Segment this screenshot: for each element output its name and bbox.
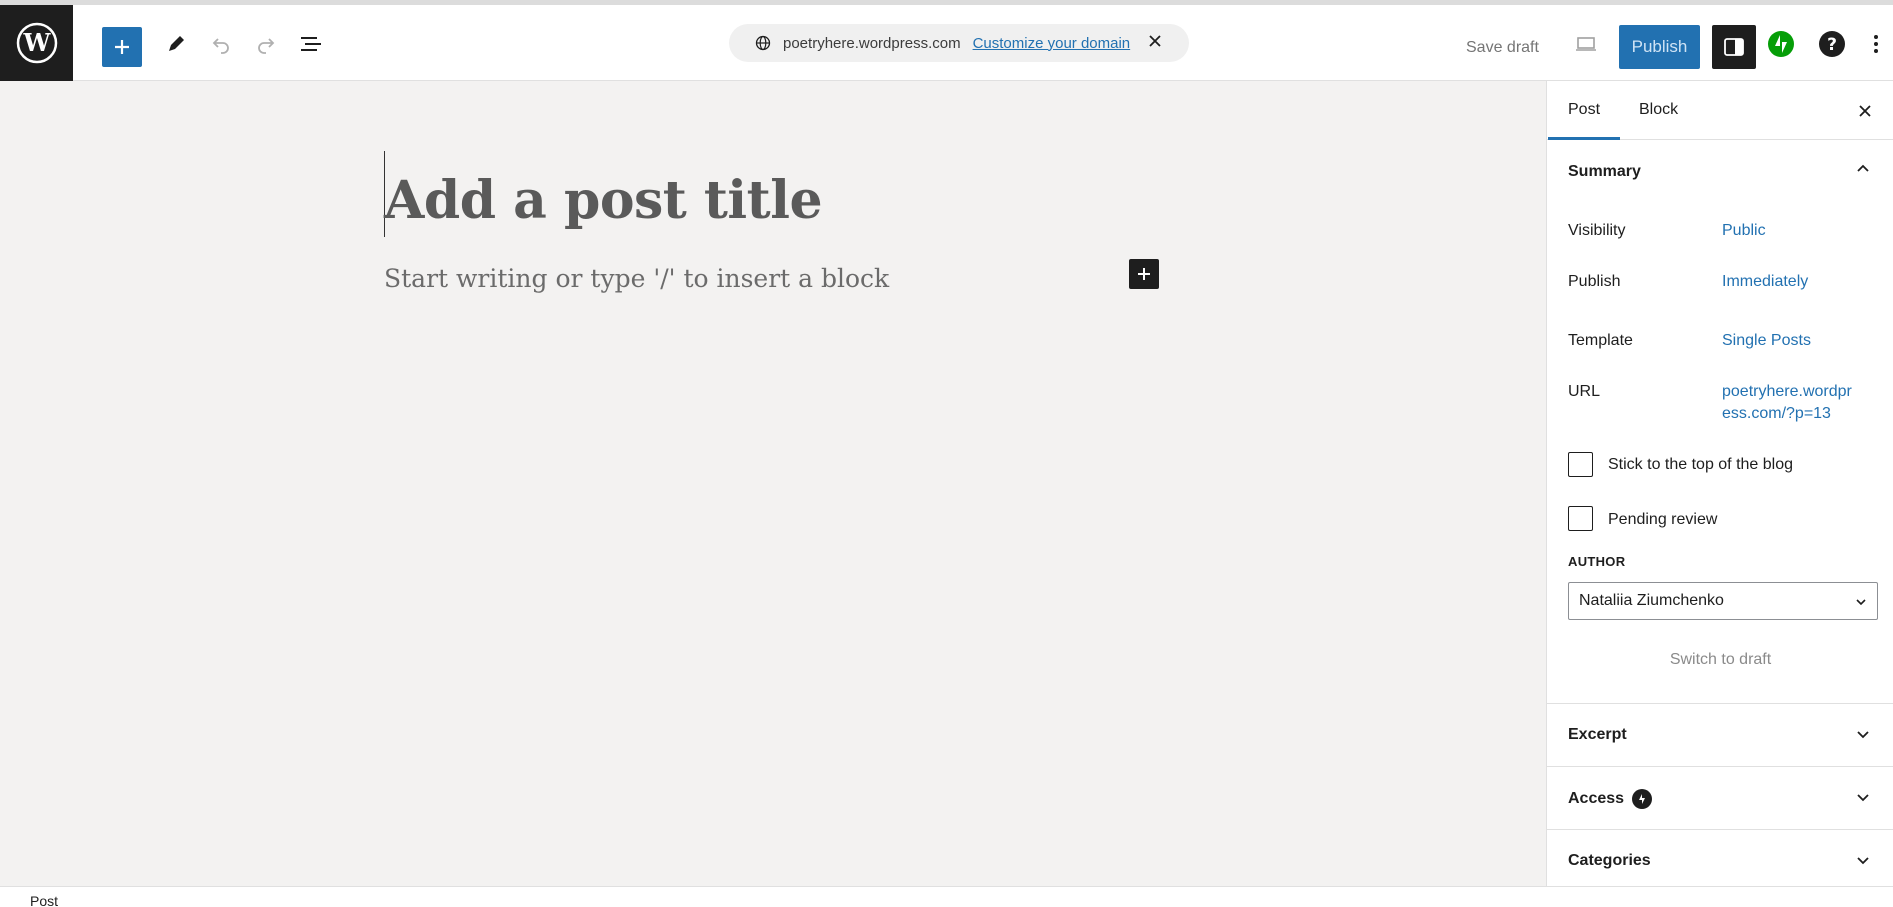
undo-icon <box>212 38 229 54</box>
summary-collapse-button[interactable] <box>1853 159 1873 184</box>
svg-text:W: W <box>22 28 51 57</box>
access-panel-title-wrap: Access <box>1568 789 1653 809</box>
excerpt-panel-title: Excerpt <box>1568 726 1627 743</box>
dismiss-domain-button[interactable] <box>1148 34 1162 52</box>
plus-icon <box>115 40 129 54</box>
save-draft-button[interactable]: Save draft <box>1466 39 1539 57</box>
pencil-icon <box>169 36 184 51</box>
help-button[interactable]: ? <box>1812 24 1852 64</box>
sidebar-icon <box>1724 38 1744 56</box>
template-value[interactable]: Single Posts <box>1722 330 1811 352</box>
categories-panel[interactable]: Categories <box>1547 829 1893 886</box>
switch-to-draft-button[interactable]: Switch to draft <box>1547 651 1893 669</box>
categories-panel-title: Categories <box>1568 852 1651 869</box>
plus-icon <box>1138 268 1150 280</box>
visibility-label: Visibility <box>1568 222 1626 239</box>
access-panel-title: Access <box>1568 790 1625 807</box>
editor-canvas[interactable]: Add a post title Start writing or type '… <box>0 81 1546 886</box>
jetpack-button[interactable] <box>1761 24 1801 64</box>
sticky-checkbox-label: Stick to the top of the blog <box>1608 456 1794 473</box>
redo-button[interactable] <box>246 24 286 64</box>
redo-icon <box>258 38 275 54</box>
domain-bar: poetryhere.wordpress.com Customize your … <box>729 24 1189 62</box>
chevron-up-icon <box>1857 164 1869 172</box>
settings-sidebar: Post Block Summary Visibility Public Pub… <box>1546 81 1893 886</box>
customize-domain-link[interactable]: Customize your domain <box>973 35 1131 52</box>
block-inserter-button[interactable] <box>102 27 142 67</box>
add-block-button[interactable] <box>1129 259 1159 289</box>
sidebar-tabs: Post Block <box>1547 81 1893 140</box>
tab-post[interactable]: Post <box>1568 101 1600 119</box>
svg-text:?: ? <box>1827 35 1837 55</box>
settings-toggle-button[interactable] <box>1712 25 1756 69</box>
document-overview-button[interactable] <box>291 24 331 64</box>
jetpack-icon <box>1768 31 1794 57</box>
summary-panel-title[interactable]: Summary <box>1568 163 1641 181</box>
chevron-down-icon <box>1857 857 1869 865</box>
tab-block[interactable]: Block <box>1639 101 1678 119</box>
sticky-checkbox[interactable] <box>1568 452 1593 477</box>
breadcrumb-post[interactable]: Post <box>30 893 58 907</box>
author-select[interactable]: Nataliia Ziumchenko <box>1568 582 1878 620</box>
close-sidebar-button[interactable] <box>1853 99 1877 123</box>
excerpt-panel[interactable]: Excerpt <box>1547 703 1893 766</box>
url-value-line2: ess.com/?p=13 <box>1722 405 1831 422</box>
pending-review-checkbox[interactable] <box>1568 506 1593 531</box>
active-tab-indicator <box>1548 137 1620 140</box>
options-menu-button[interactable] <box>1862 24 1890 64</box>
post-title-input[interactable]: Add a post title <box>384 170 823 231</box>
publish-date-value[interactable]: Immediately <box>1722 271 1808 293</box>
chevron-down-icon <box>1857 794 1869 802</box>
preview-button[interactable] <box>1566 24 1606 64</box>
chevron-down-icon <box>1856 599 1866 606</box>
block-breadcrumb-bar: Post <box>0 886 1893 907</box>
url-label: URL <box>1568 383 1601 400</box>
close-icon <box>1149 35 1161 47</box>
url-value-line1: poetryhere.wordpr <box>1722 383 1852 400</box>
editor-app: W poetryhere.wordpress.com Customize you… <box>0 0 1893 907</box>
globe-icon <box>755 35 771 51</box>
jetpack-bolt-icon <box>1632 789 1653 809</box>
tools-button[interactable] <box>156 24 196 64</box>
close-icon <box>1859 105 1871 117</box>
visibility-value[interactable]: Public <box>1722 220 1766 242</box>
publish-label: Publish <box>1568 273 1621 290</box>
site-domain: poetryhere.wordpress.com <box>783 34 961 52</box>
wordpress-logo-icon[interactable]: W <box>0 5 73 81</box>
list-view-icon <box>301 37 321 51</box>
top-toolbar: W poetryhere.wordpress.com Customize you… <box>0 0 1893 81</box>
publish-button[interactable]: Publish <box>1619 25 1700 69</box>
url-value[interactable]: poetryhere.wordpr ess.com/?p=13 <box>1722 381 1852 425</box>
laptop-icon <box>1576 37 1596 51</box>
access-panel[interactable]: Access <box>1547 766 1893 829</box>
more-vertical-icon <box>1874 35 1878 53</box>
author-heading: AUTHOR <box>1568 554 1626 569</box>
chevron-down-icon <box>1857 731 1869 739</box>
undo-button[interactable] <box>201 24 241 64</box>
pending-review-label: Pending review <box>1608 511 1718 528</box>
paragraph-block-placeholder[interactable]: Start writing or type '/' to insert a bl… <box>384 264 889 293</box>
template-label: Template <box>1568 332 1633 349</box>
help-icon: ? <box>1819 31 1845 57</box>
author-selected-value: Nataliia Ziumchenko <box>1579 592 1724 609</box>
